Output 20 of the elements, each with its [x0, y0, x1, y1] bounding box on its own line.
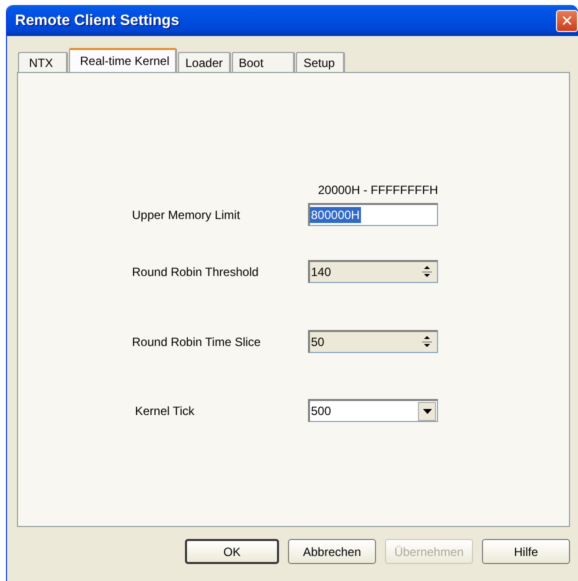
field-label: Round Robin Threshold: [132, 265, 260, 281]
tab[interactable]: Boot: [232, 52, 296, 72]
close-button[interactable]: ✕: [556, 10, 578, 32]
dialog-button: Übernehmen: [385, 539, 473, 564]
field-label: Kernel Tick: [134, 404, 196, 420]
tab[interactable]: NTX: [18, 52, 68, 72]
input-field[interactable]: 800000H: [308, 203, 438, 226]
tab[interactable]: Real-time Kernel: [69, 48, 178, 72]
spin-field[interactable]: 140: [308, 260, 438, 283]
tab[interactable]: Setup: [296, 52, 345, 72]
dropdown[interactable]: 500: [308, 399, 438, 422]
window-title: Remote Client Settings: [15, 12, 180, 29]
dialog-button[interactable]: Hilfe: [482, 539, 570, 564]
range-hint: 20000H - FFFFFFFFH: [318, 183, 438, 197]
spin-field[interactable]: 50: [308, 330, 438, 353]
dialog-button[interactable]: OK: [185, 539, 279, 564]
field-label: Upper Memory Limit: [132, 208, 242, 224]
tab[interactable]: Loader: [178, 52, 231, 72]
dialog-button[interactable]: Abbrechen: [288, 539, 376, 564]
field-label: Round Robin Time Slice: [132, 335, 262, 351]
